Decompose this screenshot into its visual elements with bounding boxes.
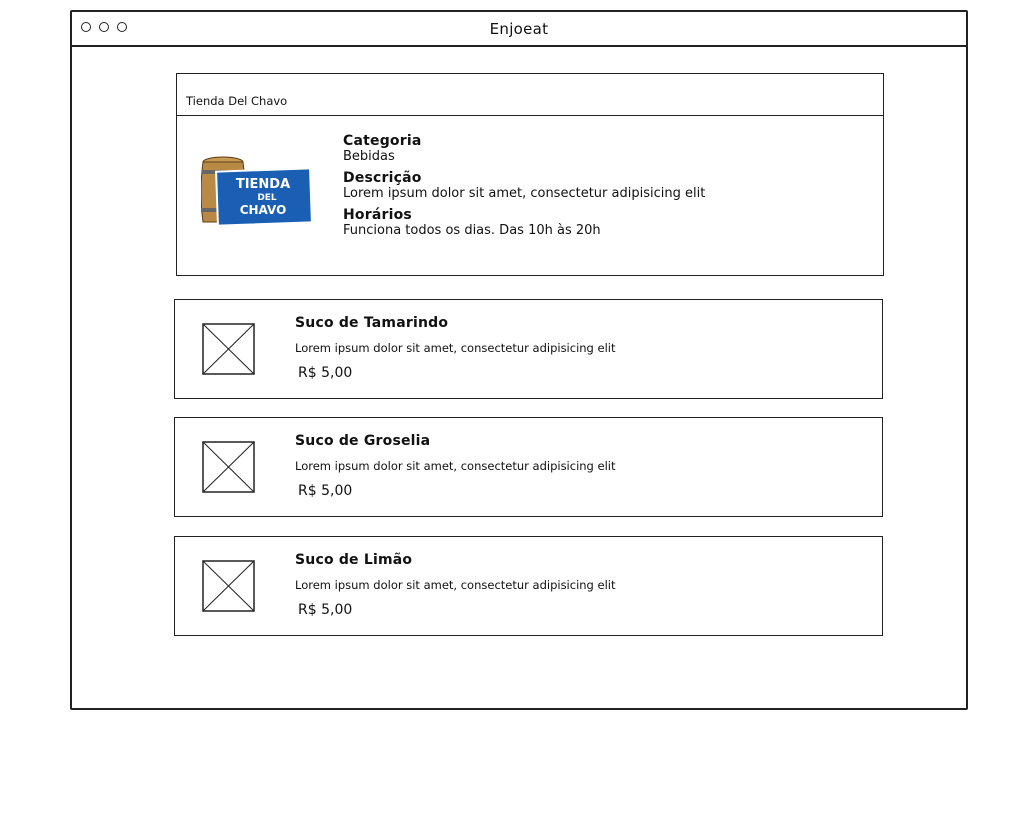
product-price: R$ 5,00 [298, 602, 353, 618]
product-price: R$ 5,00 [298, 483, 353, 499]
store-info: Categoria Bebidas Descrição Lorem ipsum … [343, 133, 705, 244]
category-value: Bebidas [343, 149, 395, 164]
product-name: Suco de Groselia [295, 433, 431, 449]
product-image-placeholder-icon [202, 441, 255, 493]
product-price: R$ 5,00 [298, 365, 353, 381]
product-card[interactable]: Suco de Tamarindo Lorem ipsum dolor sit … [174, 299, 883, 399]
product-name: Suco de Tamarindo [295, 315, 449, 331]
store-name: Tienda Del Chavo [186, 94, 288, 108]
product-description: Lorem ipsum dolor sit amet, consectetur … [295, 341, 616, 355]
product-name: Suco de Limão [295, 552, 413, 568]
window-title: Enjoeat [489, 20, 549, 38]
product-image-placeholder-icon [202, 560, 255, 612]
store-logo: TIENDA DEL CHAVO [201, 156, 313, 227]
product-card[interactable]: Suco de Limão Lorem ipsum dolor sit amet… [174, 536, 883, 636]
product-description: Lorem ipsum dolor sit amet, consectetur … [295, 578, 616, 592]
hours-value: Funciona todos os dias. Das 10h às 20h [343, 223, 601, 238]
product-image-placeholder-icon [202, 323, 255, 375]
product-description: Lorem ipsum dolor sit amet, consectetur … [295, 459, 616, 473]
description-label: Descrição [343, 170, 422, 186]
window-titlebar: Enjoeat [72, 12, 966, 47]
logo-text-line-3: CHAVO [240, 203, 287, 217]
store-card-header: Tienda Del Chavo [177, 74, 883, 116]
hours-label: Horários [343, 207, 412, 223]
store-card: Tienda Del Chavo TIENDA DEL CHAVO Catego… [176, 73, 884, 276]
description-value: Lorem ipsum dolor sit amet, consectetur … [343, 186, 706, 201]
product-card[interactable]: Suco de Groselia Lorem ipsum dolor sit a… [174, 417, 883, 517]
browser-window: Enjoeat Tienda Del Chavo TIENDA DEL CHAV… [70, 10, 968, 710]
logo-text-line-1: TIENDA [236, 177, 290, 192]
logo-text-line-2: DEL [257, 193, 277, 203]
category-label: Categoria [343, 133, 422, 149]
